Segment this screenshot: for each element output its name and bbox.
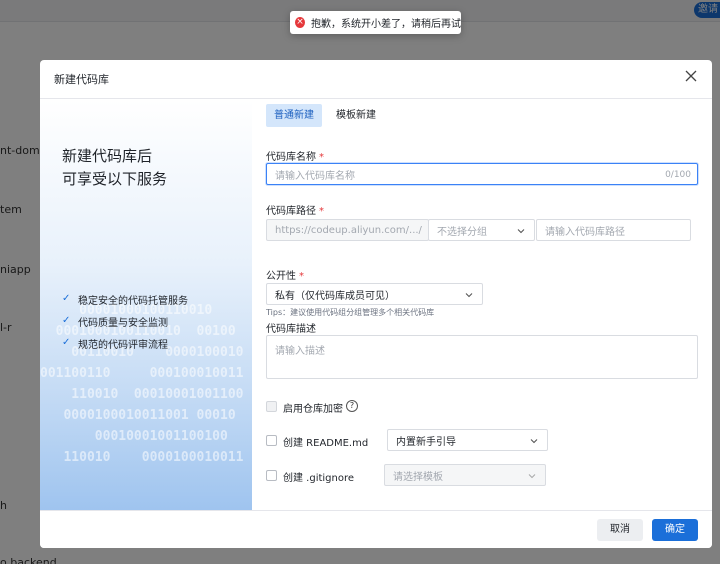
repo-name-counter: 0/100: [665, 170, 691, 180]
chevron-down-icon: [527, 471, 537, 481]
gitignore-checkbox[interactable]: [266, 470, 277, 481]
readme-select-value: 内置新手引导: [396, 436, 456, 448]
feature-label: 稳定安全的代码托管服务: [78, 295, 188, 307]
visibility-value: 私有（仅代码库成员可见）: [275, 290, 395, 302]
chevron-down-icon: [464, 290, 474, 300]
promo-panel: 新建代码库后 可享受以下服务 00001000100110010 0001000…: [40, 100, 252, 510]
feature-item: ✓ 稳定安全的代码托管服务: [62, 288, 188, 310]
encrypt-label: 启用仓库加密: [283, 404, 343, 415]
gitignore-select-value: 请选择模板: [393, 471, 443, 483]
feature-item: ✓ 规范的代码评审流程: [62, 332, 188, 354]
chevron-down-icon: [529, 436, 539, 446]
feature-label: 代码质量与安全监测: [78, 317, 168, 329]
check-icon: ✓: [62, 315, 71, 326]
description-label: 代码库描述: [266, 324, 316, 335]
create-repo-dialog: 新建代码库 新建代码库后 可享受以下服务 00001000100110010 0…: [40, 60, 712, 548]
feature-list: ✓ 稳定安全的代码托管服务 ✓ 代码质量与安全监测 ✓ 规范的代码评审流程: [62, 288, 188, 354]
group-select-value: 不选择分组: [437, 226, 487, 238]
repo-path-prefix: https://codeup.aliyun.com/.../: [266, 219, 429, 241]
promo-heading: 新建代码库后 可享受以下服务: [62, 147, 168, 188]
repo-path-input[interactable]: 请输入代码库路径: [536, 219, 691, 241]
toast-message: 抱歉，系统开小差了，请稍后再试: [311, 19, 461, 30]
encrypt-checkbox[interactable]: [266, 401, 277, 412]
check-icon: ✓: [62, 293, 71, 304]
repo-name-input[interactable]: 请输入代码库名称 0/100: [266, 163, 698, 185]
cancel-button[interactable]: 取消: [597, 519, 643, 541]
tab-normal-create[interactable]: 普通新建: [266, 104, 322, 127]
dialog-title: 新建代码库: [54, 73, 109, 86]
confirm-button[interactable]: 确定: [652, 519, 698, 541]
visibility-label: 公开性 *: [266, 271, 304, 282]
check-icon: ✓: [62, 337, 71, 348]
chevron-down-icon: [516, 226, 526, 236]
description-textarea[interactable]: 请输入描述: [266, 335, 698, 379]
path-tips: Tips：建议使用代码组分组管理多个相关代码库: [266, 308, 435, 317]
readme-label: 创建 README.md: [283, 438, 369, 449]
repo-name-placeholder: 请输入代码库名称: [275, 170, 355, 182]
feature-label: 规范的代码评审流程: [78, 339, 168, 351]
form-panel: 普通新建 模板新建 代码库名称 * 请输入代码库名称 0/100 代码库路径 * h…: [266, 100, 706, 510]
gitignore-template-select[interactable]: 请选择模板: [384, 464, 546, 486]
repo-name-label: 代码库名称 *: [266, 152, 324, 163]
error-toast: × 抱歉，系统开小差了，请稍后再试: [290, 11, 461, 34]
close-icon[interactable]: [682, 67, 700, 85]
feature-item: ✓ 代码质量与安全监测: [62, 310, 188, 332]
dialog-header: 新建代码库: [40, 60, 712, 99]
visibility-select[interactable]: 私有（仅代码库成员可见）: [266, 283, 483, 305]
tab-template-create[interactable]: 模板新建: [328, 104, 384, 127]
group-select[interactable]: 不选择分组: [428, 219, 535, 241]
readme-checkbox[interactable]: [266, 435, 277, 446]
repo-path-label: 代码库路径 *: [266, 206, 324, 217]
create-mode-tabs: 普通新建 模板新建: [266, 104, 390, 127]
readme-template-select[interactable]: 内置新手引导: [387, 429, 548, 451]
error-x-icon: ×: [295, 17, 305, 28]
dialog-footer: 取消 确定: [40, 510, 712, 548]
gitignore-label: 创建 .gitignore: [283, 473, 355, 484]
help-icon[interactable]: ?: [346, 400, 358, 412]
